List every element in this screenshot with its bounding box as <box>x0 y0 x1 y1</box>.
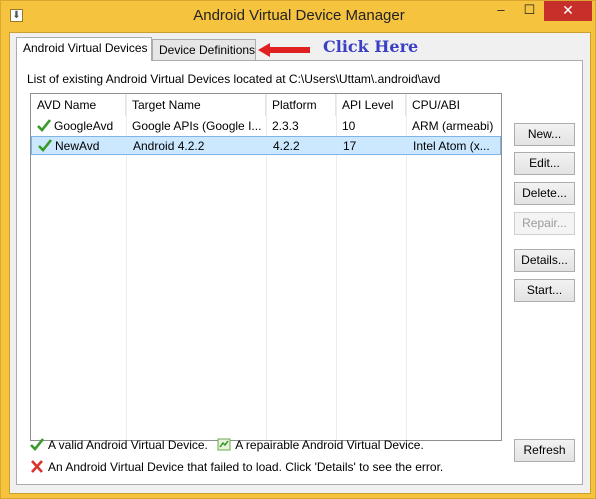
legend-valid-text: A valid Android Virtual Device. <box>48 438 208 452</box>
column-header-platform[interactable]: Platform <box>266 94 336 116</box>
tab-device-definitions[interactable]: Device Definitions <box>152 39 256 61</box>
platform-cell: 2.3.3 <box>272 119 299 133</box>
avd-table[interactable]: AVD Name Target Name Platform API Level … <box>30 93 502 441</box>
avd-name: NewAvd <box>55 139 100 153</box>
valid-check-icon <box>37 119 51 132</box>
minimize-button[interactable]: – <box>487 1 515 21</box>
new-button[interactable]: New... <box>514 123 575 146</box>
column-header-api-level[interactable]: API Level <box>336 94 406 116</box>
platform-cell: 4.2.2 <box>273 139 300 153</box>
click-here-annotation: Click Here <box>323 37 419 56</box>
maximize-button[interactable]: ☐ <box>516 1 543 21</box>
delete-button[interactable]: Delete... <box>514 182 575 205</box>
close-button[interactable]: ✕ <box>544 1 592 21</box>
tab-android-virtual-devices[interactable]: Android Virtual Devices <box>16 37 152 61</box>
legend-failed-text: An Android Virtual Device that failed to… <box>48 460 444 474</box>
api-level-cell: 17 <box>343 139 357 153</box>
table-header: AVD Name Target Name Platform API Level … <box>31 94 501 116</box>
api-level-cell: 10 <box>342 119 356 133</box>
legend-line-2: An Android Virtual Device that failed to… <box>30 460 443 474</box>
column-header-avd-name[interactable]: AVD Name <box>31 94 126 116</box>
valid-check-icon <box>38 139 52 152</box>
failed-x-icon <box>31 460 43 473</box>
cpu-abi-cell: Intel Atom (x... <box>413 139 490 153</box>
title-bar[interactable]: ⬇ Android Virtual Device Manager – ☐ ✕ <box>1 1 596 31</box>
cpu-abi-cell: ARM (armeabi) <box>412 119 494 133</box>
column-header-target-name[interactable]: Target Name <box>126 94 266 116</box>
target-name-cell: Android 4.2.2 <box>133 139 205 153</box>
edit-button[interactable]: Edit... <box>514 152 575 175</box>
table-row[interactable]: GoogleAvd Google APIs (Google I... 2.3.3… <box>31 117 501 136</box>
column-header-cpu-abi[interactable]: CPU/ABI <box>406 94 501 116</box>
avd-panel: List of existing Android Virtual Devices… <box>16 60 583 485</box>
avd-name-cell: NewAvd <box>32 137 127 156</box>
valid-check-icon <box>30 438 44 451</box>
avd-path-label: List of existing Android Virtual Devices… <box>27 72 441 86</box>
repairable-icon <box>217 438 231 451</box>
repair-button[interactable]: Repair... <box>514 212 575 235</box>
details-button[interactable]: Details... <box>514 249 575 272</box>
start-button[interactable]: Start... <box>514 279 575 302</box>
red-arrow-annotation <box>258 43 310 57</box>
avd-name: GoogleAvd <box>54 119 114 133</box>
legend-line-1: A valid Android Virtual Device. A repair… <box>30 438 424 452</box>
refresh-button[interactable]: Refresh <box>514 439 575 462</box>
avd-name-cell: GoogleAvd <box>31 117 126 136</box>
client-area: Android Virtual Devices Device Definitio… <box>9 32 591 494</box>
avd-manager-window: ⬇ Android Virtual Device Manager – ☐ ✕ A… <box>0 0 596 499</box>
legend-repairable-text: A repairable Android Virtual Device. <box>235 438 424 452</box>
table-row-selected[interactable]: NewAvd Android 4.2.2 4.2.2 17 Intel Atom… <box>31 136 501 155</box>
target-name-cell: Google APIs (Google I... <box>132 119 262 133</box>
